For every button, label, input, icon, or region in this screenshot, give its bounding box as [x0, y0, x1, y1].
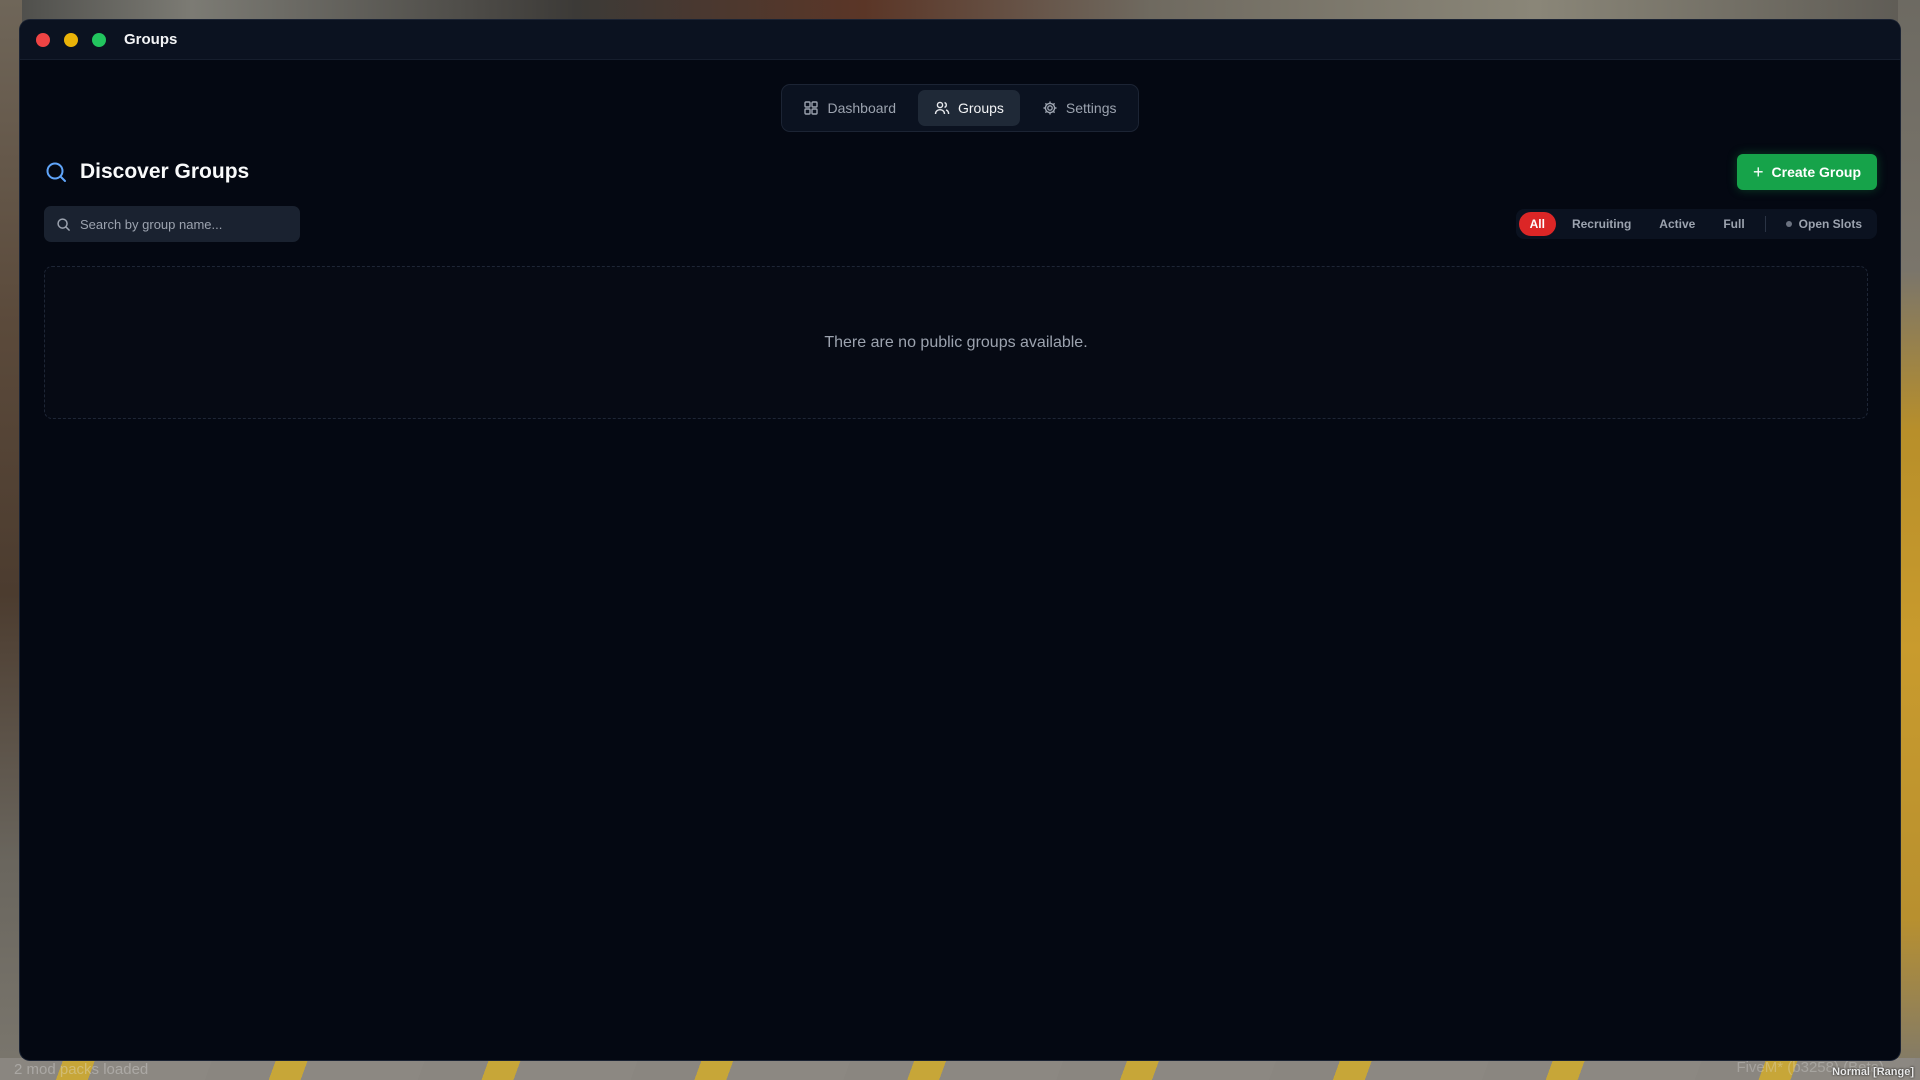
- page-title: Discover Groups: [80, 160, 250, 183]
- filter-divider: [1764, 216, 1766, 232]
- minimize-window-button[interactable]: [64, 32, 78, 47]
- filter-full-label: Full: [1723, 217, 1745, 231]
- main-nav: Dashboard Groups Settings: [781, 84, 1139, 132]
- search-input[interactable]: [80, 216, 280, 232]
- filter-recruiting[interactable]: Recruiting: [1560, 212, 1643, 236]
- search-field-icon: [57, 217, 70, 231]
- empty-state-message: There are no public groups available.: [824, 333, 1088, 351]
- empty-state: There are no public groups available.: [44, 266, 1868, 419]
- close-window-button[interactable]: [36, 32, 50, 47]
- maximize-window-button[interactable]: [92, 32, 106, 47]
- game-background-bottom: [0, 1058, 1920, 1080]
- game-background-left: [0, 0, 22, 1080]
- filter-active-label: Active: [1659, 217, 1696, 231]
- dot-icon: [1785, 221, 1792, 227]
- filter-open-slots-label: Open Slots: [1798, 217, 1862, 231]
- gear-icon: [1043, 101, 1057, 115]
- search-icon: [46, 162, 66, 182]
- users-icon: [934, 101, 950, 115]
- filter-all-label: All: [1529, 217, 1545, 231]
- tab-groups[interactable]: Groups: [917, 90, 1020, 126]
- filter-full[interactable]: Full: [1711, 212, 1756, 236]
- game-background-right: [1898, 0, 1920, 1080]
- mod-packs-overlay: 2 mod packs loaded: [14, 1061, 149, 1078]
- search-field: [44, 206, 300, 242]
- plus-icon: +: [1753, 162, 1764, 182]
- tab-dashboard-label: Dashboard: [827, 100, 896, 116]
- tab-dashboard[interactable]: Dashboard: [787, 90, 912, 126]
- filter-open-slots[interactable]: Open Slots: [1774, 212, 1874, 236]
- window-title: Groups: [124, 31, 178, 48]
- create-group-label: Create Group: [1771, 164, 1861, 180]
- title-bar: Groups: [20, 20, 1900, 60]
- filter-all[interactable]: All: [1518, 212, 1556, 236]
- filter-active[interactable]: Active: [1647, 212, 1707, 236]
- grid-icon: [804, 101, 819, 115]
- tab-settings[interactable]: Settings: [1026, 90, 1133, 126]
- voice-mode-overlay: Normal [Range]: [1832, 1066, 1914, 1078]
- create-group-button[interactable]: + Create Group: [1737, 154, 1877, 190]
- groups-window: Groups Dashboard Groups Settings Discove…: [20, 20, 1900, 1060]
- tab-groups-label: Groups: [957, 100, 1004, 116]
- tab-settings-label: Settings: [1065, 100, 1117, 116]
- filter-recruiting-label: Recruiting: [1571, 217, 1632, 231]
- filter-bar: All Recruiting Active Full Open Slots: [1515, 209, 1877, 239]
- game-background-top: [0, 0, 1920, 22]
